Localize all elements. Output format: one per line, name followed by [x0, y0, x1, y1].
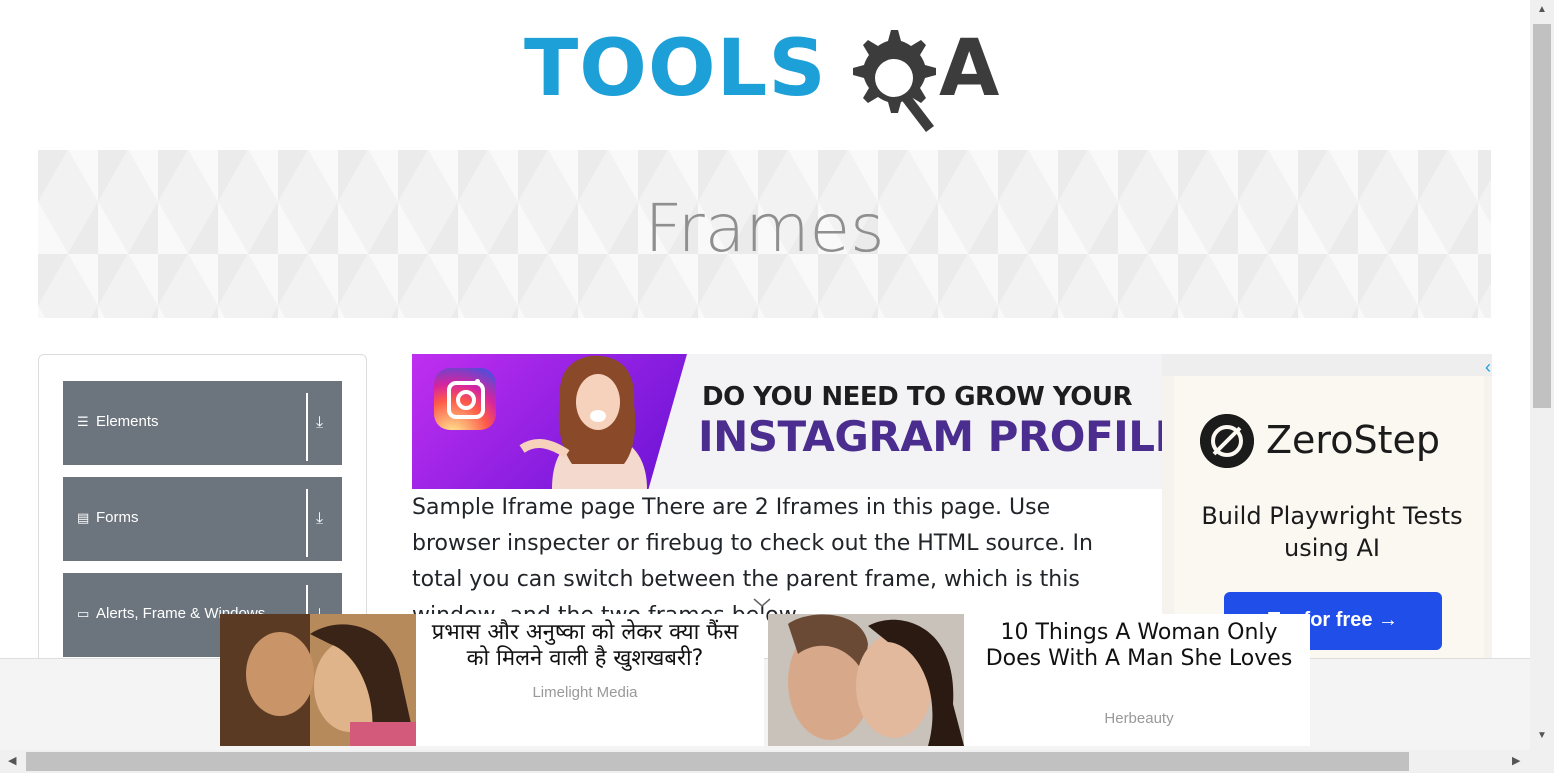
menu-icon: ☰	[77, 414, 89, 429]
download-icon[interactable]: ⤓	[316, 415, 323, 431]
ad-top-strip	[1162, 354, 1492, 376]
vertical-scrollbar[interactable]: ▲ ▼	[1530, 0, 1554, 750]
scroll-left-icon[interactable]: ◀	[8, 754, 16, 767]
ad-headline-1: DO YOU NEED TO GROW YOUR	[702, 382, 1133, 412]
woman-photo	[519, 355, 647, 489]
iframe-description: Sample Iframe page There are 2 Iframes i…	[412, 495, 1093, 628]
download-icon[interactable]: ⤓	[316, 511, 323, 527]
form-icon: ▤	[77, 510, 90, 525]
zerostep-logo-icon	[1200, 414, 1254, 468]
adchoices-icon[interactable]: ‹	[1485, 357, 1491, 378]
sidebar-group-label: Elements	[96, 413, 159, 430]
sticky-ad-source: Limelight Media	[532, 684, 638, 701]
page-title: Frames	[644, 190, 885, 267]
zerostep-brand: ZeroStep	[1266, 418, 1440, 462]
couple-photo-2	[768, 614, 964, 746]
sticky-ad-card-1[interactable]: प्रभास और अनुष्का को लेकर क्या फैंस को म…	[220, 614, 764, 746]
collapse-chevron-icon[interactable]	[752, 596, 772, 610]
sidebar-group-elements[interactable]: ☰ Elements ⤓	[63, 381, 342, 465]
zerostep-tagline: Build Playwright Tests using AI	[1201, 502, 1463, 562]
scroll-down-icon[interactable]: ▼	[1537, 730, 1547, 741]
instagram-ad-banner[interactable]: DO YOU NEED TO GROW YOUR INSTAGRAM PROFI…	[412, 354, 1162, 489]
logo-a-text: A	[939, 24, 1000, 114]
sticky-ad-title: 10 Things A Woman Only Does With A Man S…	[985, 620, 1293, 671]
toolsqa-logo[interactable]: TOOLS A	[524, 22, 1014, 134]
horizontal-scroll-thumb[interactable]	[26, 752, 1409, 771]
page-viewport: TOOLS A Frames ☰ Elements ⤓ ▤ Forms ⤓ ▭	[0, 0, 1530, 750]
instagram-icon	[434, 368, 496, 430]
sticky-ad-source: Herbeauty	[1104, 710, 1174, 727]
sticky-ad-card-2[interactable]: 10 Things A Woman Only Does With A Man S…	[768, 614, 1310, 746]
sidebar-group-forms[interactable]: ▤ Forms ⤓	[63, 477, 342, 561]
scrollbar-corner	[1530, 750, 1554, 773]
couple-photo-1	[220, 614, 416, 746]
sidebar-group-label: Forms	[96, 509, 139, 526]
sticky-ad-title: प्रभास और अनुष्का को लेकर क्या फैंस को म…	[431, 620, 739, 671]
page-banner: Frames	[38, 150, 1491, 318]
divider	[306, 489, 308, 557]
divider	[306, 393, 308, 461]
vertical-scroll-thumb[interactable]	[1533, 24, 1551, 408]
ad-headline-2: INSTAGRAM PROFILE?	[698, 412, 1162, 461]
logo-tools-text: TOOLS	[524, 24, 827, 114]
gear-q-icon	[853, 30, 936, 132]
window-icon: ▭	[77, 606, 90, 621]
horizontal-scrollbar[interactable]: ◀ ▶	[0, 750, 1530, 773]
scroll-up-icon[interactable]: ▲	[1537, 4, 1547, 15]
scroll-right-icon[interactable]: ▶	[1512, 754, 1520, 767]
